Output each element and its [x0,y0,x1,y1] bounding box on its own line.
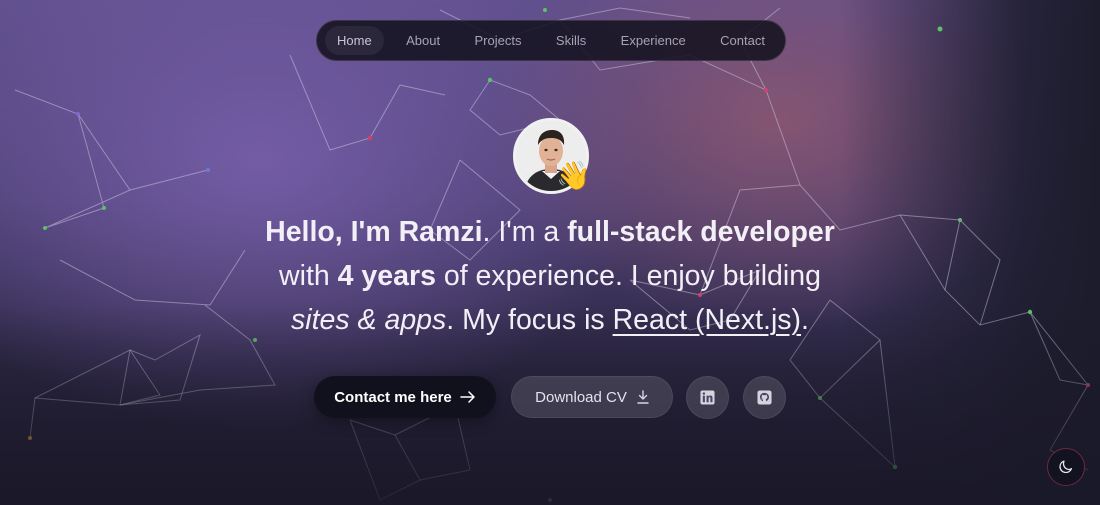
years-highlight: 4 years [337,260,436,292]
greeting: Hello, I'm Ramzi [265,216,483,248]
moon-icon [1059,460,1073,474]
nav-item-about[interactable]: About [394,26,452,55]
linkedin-icon [700,390,715,405]
headline-text: with [279,260,338,292]
download-cv-label: Download CV [535,388,627,406]
nav-item-experience[interactable]: Experience [609,26,698,55]
headline-text: . My focus is [446,304,613,336]
nav-item-home[interactable]: Home [325,26,384,55]
sites-apps-italic: sites & apps [291,304,447,336]
theme-toggle-button[interactable] [1047,448,1085,486]
arrow-right-icon [460,391,475,403]
contact-button-label: Contact me here [334,388,452,406]
tech-focus: React (Next.js) [612,304,802,336]
headline-text: . I'm a [482,216,568,248]
headline-text: of experience. I enjoy building [435,260,821,292]
nav-item-projects[interactable]: Projects [463,26,534,55]
github-button[interactable] [743,376,786,419]
linkedin-button[interactable] [686,376,729,419]
waving-hand-icon: 👋 [556,160,591,191]
contact-me-button[interactable]: Contact me here [314,376,496,418]
download-icon [637,390,649,404]
download-cv-button[interactable]: Download CV [511,376,673,418]
nav-item-skills[interactable]: Skills [544,26,598,55]
github-icon [757,390,772,405]
top-navigation: Home About Projects Skills Experience Co… [316,20,786,61]
role-highlight: full-stack developer [567,216,835,248]
nav-item-contact[interactable]: Contact [708,26,777,55]
headline-text: . [801,304,809,336]
hero-headline: Hello, I'm Ramzi. I'm a full-stack devel… [200,210,900,342]
